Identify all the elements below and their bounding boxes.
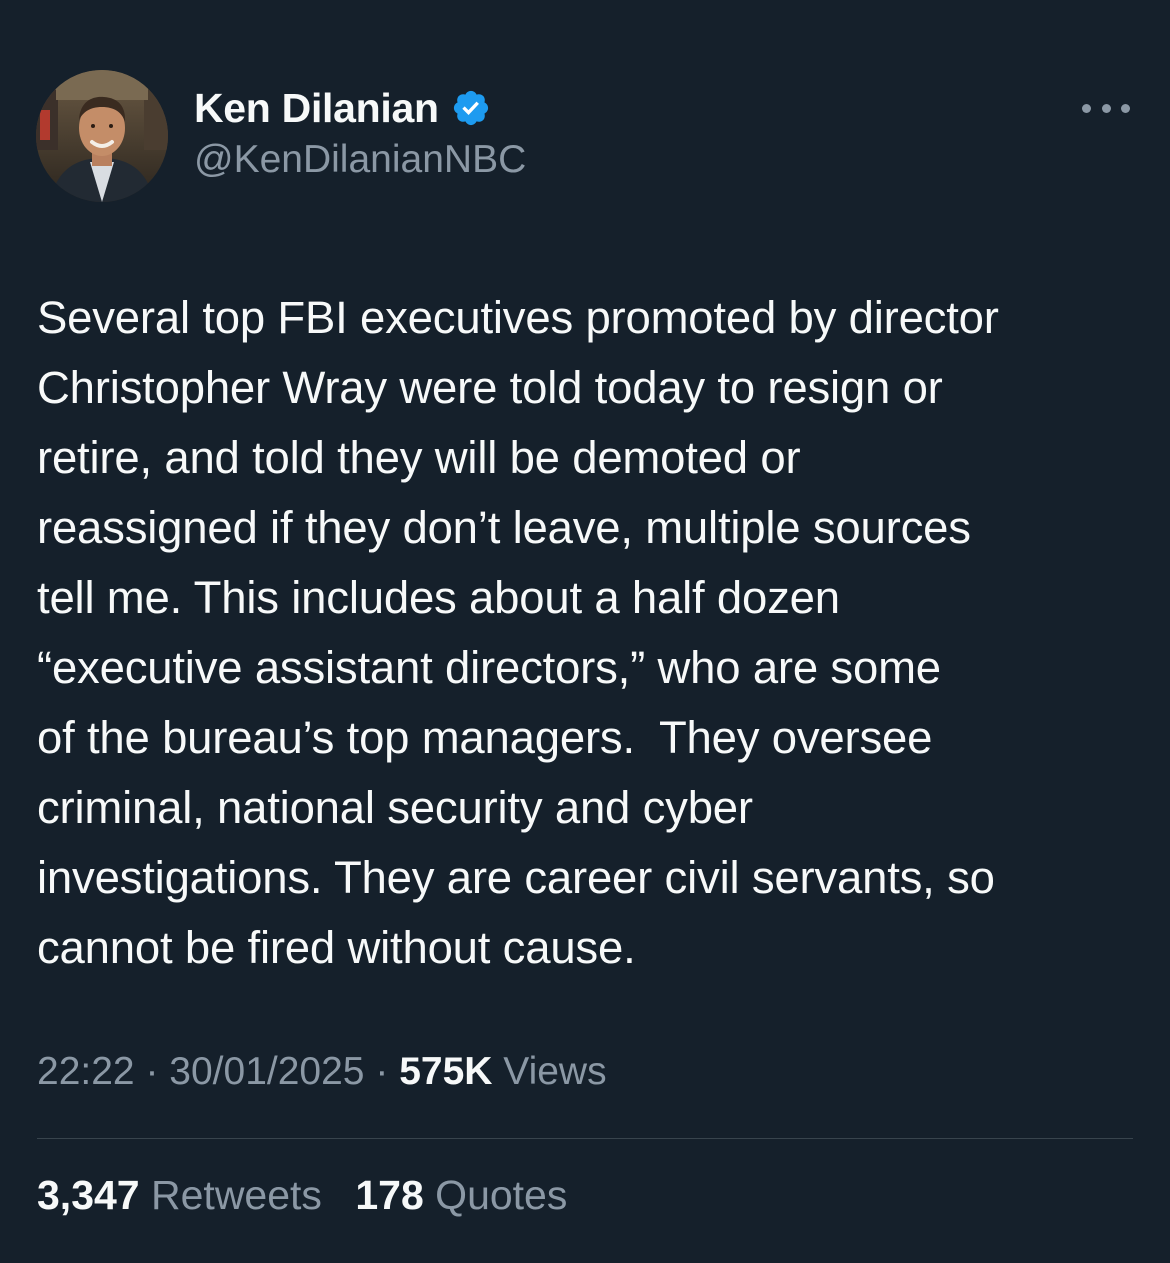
retweets-stat[interactable]: 3,347 Retweets xyxy=(37,1172,322,1219)
more-options-button[interactable] xyxy=(1082,88,1130,128)
retweets-count: 3,347 xyxy=(37,1172,140,1218)
more-horizontal-icon xyxy=(1082,103,1091,113)
tweet-meta: 22:22 · 30/01/2025 · 575K Views xyxy=(37,1050,607,1094)
author-handle[interactable]: @KenDilanianNBC xyxy=(194,138,526,182)
author-avatar[interactable] xyxy=(36,70,168,202)
author-name[interactable]: Ken Dilanian xyxy=(194,85,439,132)
divider xyxy=(37,1138,1133,1139)
retweets-label: Retweets xyxy=(151,1172,322,1218)
profile-photo-icon xyxy=(36,70,168,202)
meta-separator: · xyxy=(145,1050,159,1093)
views-count: 575K xyxy=(399,1050,493,1093)
tweet-date[interactable]: 30/01/2025 xyxy=(169,1050,364,1093)
quotes-count: 178 xyxy=(355,1172,424,1218)
quotes-label: Quotes xyxy=(435,1172,568,1218)
author-name-row: Ken Dilanian xyxy=(194,82,491,134)
verified-badge-icon[interactable] xyxy=(451,88,491,128)
more-horizontal-icon xyxy=(1101,103,1111,113)
views-label: Views xyxy=(503,1050,607,1093)
quotes-stat[interactable]: 178 Quotes xyxy=(355,1172,567,1219)
tweet-stats: 3,347 Retweets 178 Quotes xyxy=(37,1172,567,1219)
tweet-text: Several top FBI executives promoted by d… xyxy=(37,292,999,973)
more-horizontal-icon xyxy=(1121,103,1130,113)
meta-separator: · xyxy=(375,1050,389,1093)
tweet-time[interactable]: 22:22 xyxy=(37,1050,135,1093)
